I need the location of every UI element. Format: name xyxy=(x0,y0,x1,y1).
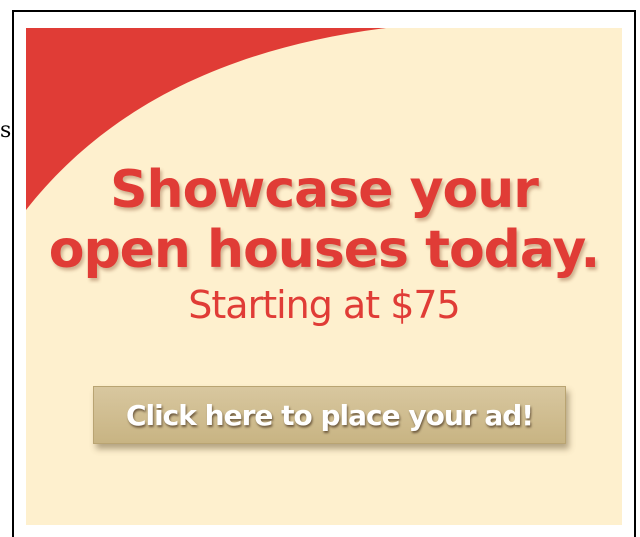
headline-line-2: open houses today. xyxy=(48,220,601,280)
open-house-ad-banner[interactable]: Showcase your open houses today. Startin… xyxy=(26,28,622,525)
headline-line-1: Showcase your xyxy=(110,160,539,220)
stray-text: s xyxy=(0,118,12,143)
place-ad-button-label: Click here to place your ad! xyxy=(125,398,534,432)
price-subline: Starting at $75 xyxy=(188,283,460,327)
place-ad-button[interactable]: Click here to place your ad! xyxy=(93,386,566,444)
